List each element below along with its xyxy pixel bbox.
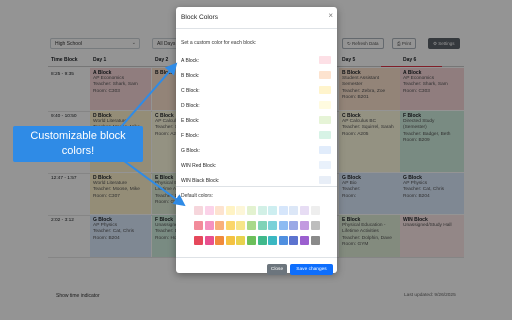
palette-swatch[interactable] xyxy=(247,236,256,245)
block-color-label: WIN Black Block: xyxy=(181,178,220,184)
block-color-label: C Block: xyxy=(181,88,200,94)
palette-swatch[interactable] xyxy=(194,236,203,245)
divider xyxy=(176,186,337,187)
palette-swatch[interactable] xyxy=(300,236,309,245)
block-color-label: F Block: xyxy=(181,133,200,139)
palette-swatch[interactable] xyxy=(194,206,203,215)
palette-swatch[interactable] xyxy=(289,206,299,215)
palette-swatch[interactable] xyxy=(236,206,246,215)
palette-swatch[interactable] xyxy=(215,206,225,215)
save-changes-button[interactable]: Save changes xyxy=(290,264,333,275)
callout-line2: colors! xyxy=(61,145,95,157)
palette-swatch[interactable] xyxy=(225,221,235,230)
callout-banner: Customizable block colors! xyxy=(13,126,143,162)
block-color-picker[interactable] xyxy=(319,176,331,184)
block-color-row: WIN Red Block: xyxy=(181,160,331,171)
block-color-label: G Block: xyxy=(181,148,200,154)
close-button[interactable]: Close xyxy=(267,264,287,275)
block-color-row: WIN Black Block: xyxy=(181,175,331,186)
palette-swatch[interactable] xyxy=(257,221,267,230)
block-color-row: G Block: xyxy=(181,145,331,156)
modal-title: Block Colors xyxy=(181,14,219,21)
palette-swatch[interactable] xyxy=(204,221,214,230)
palette-swatch[interactable] xyxy=(268,206,278,215)
block-color-label: B Block: xyxy=(181,73,200,79)
palette-swatch[interactable] xyxy=(225,206,235,215)
palette-swatch[interactable] xyxy=(289,221,299,230)
palette-swatch[interactable] xyxy=(247,221,256,230)
block-color-row: E Block: xyxy=(181,115,331,126)
block-colors-modal: Block Colors × Set a custom color for ea… xyxy=(176,7,337,275)
block-color-picker[interactable] xyxy=(319,131,331,139)
palette-swatch[interactable] xyxy=(236,236,246,245)
block-color-label: WIN Red Block: xyxy=(181,163,217,169)
palette-swatch[interactable] xyxy=(300,206,309,215)
block-color-picker[interactable] xyxy=(319,101,331,109)
palette-swatch[interactable] xyxy=(204,236,214,245)
default-colors-label: Default colors: xyxy=(181,193,213,199)
palette-swatch[interactable] xyxy=(300,221,309,230)
palette-swatch[interactable] xyxy=(268,236,278,245)
palette-swatch[interactable] xyxy=(215,236,225,245)
palette-swatch[interactable] xyxy=(194,221,203,230)
callout-line1: Customizable block xyxy=(30,130,126,142)
block-color-picker[interactable] xyxy=(319,71,331,79)
block-color-row: F Block: xyxy=(181,130,331,141)
block-color-picker[interactable] xyxy=(319,116,331,124)
modal-header: Block Colors × xyxy=(176,7,337,29)
palette-swatch[interactable] xyxy=(278,221,288,230)
palette-swatch[interactable] xyxy=(278,236,288,245)
palette-swatch[interactable] xyxy=(310,221,320,230)
palette-swatch[interactable] xyxy=(289,236,299,245)
block-color-label: D Block: xyxy=(181,103,200,109)
block-color-row: D Block: xyxy=(181,100,331,111)
palette-swatch[interactable] xyxy=(215,221,225,230)
block-color-row: C Block: xyxy=(181,85,331,96)
block-color-label: E Block: xyxy=(181,118,200,124)
palette-swatch[interactable] xyxy=(257,206,267,215)
palette-swatch[interactable] xyxy=(204,206,214,215)
palette-swatch[interactable] xyxy=(236,221,246,230)
block-color-picker[interactable] xyxy=(319,86,331,94)
palette-swatch[interactable] xyxy=(268,221,278,230)
modal-footer: Close Save changes xyxy=(176,257,337,275)
palette-swatch[interactable] xyxy=(257,236,267,245)
palette-swatch[interactable] xyxy=(247,206,256,215)
palette-swatch[interactable] xyxy=(310,206,320,215)
block-color-picker[interactable] xyxy=(319,56,331,64)
block-color-picker[interactable] xyxy=(319,161,331,169)
block-color-row: A Block: xyxy=(181,55,331,66)
block-color-label: A Block: xyxy=(181,58,200,64)
default-color-palette xyxy=(194,206,322,250)
block-color-row: B Block: xyxy=(181,70,331,81)
palette-swatch[interactable] xyxy=(278,206,288,215)
palette-swatch[interactable] xyxy=(310,236,320,245)
close-icon[interactable]: × xyxy=(328,12,333,20)
palette-swatch[interactable] xyxy=(225,236,235,245)
modal-hint: Set a custom color for each block: xyxy=(181,40,257,46)
block-color-picker[interactable] xyxy=(319,146,331,154)
